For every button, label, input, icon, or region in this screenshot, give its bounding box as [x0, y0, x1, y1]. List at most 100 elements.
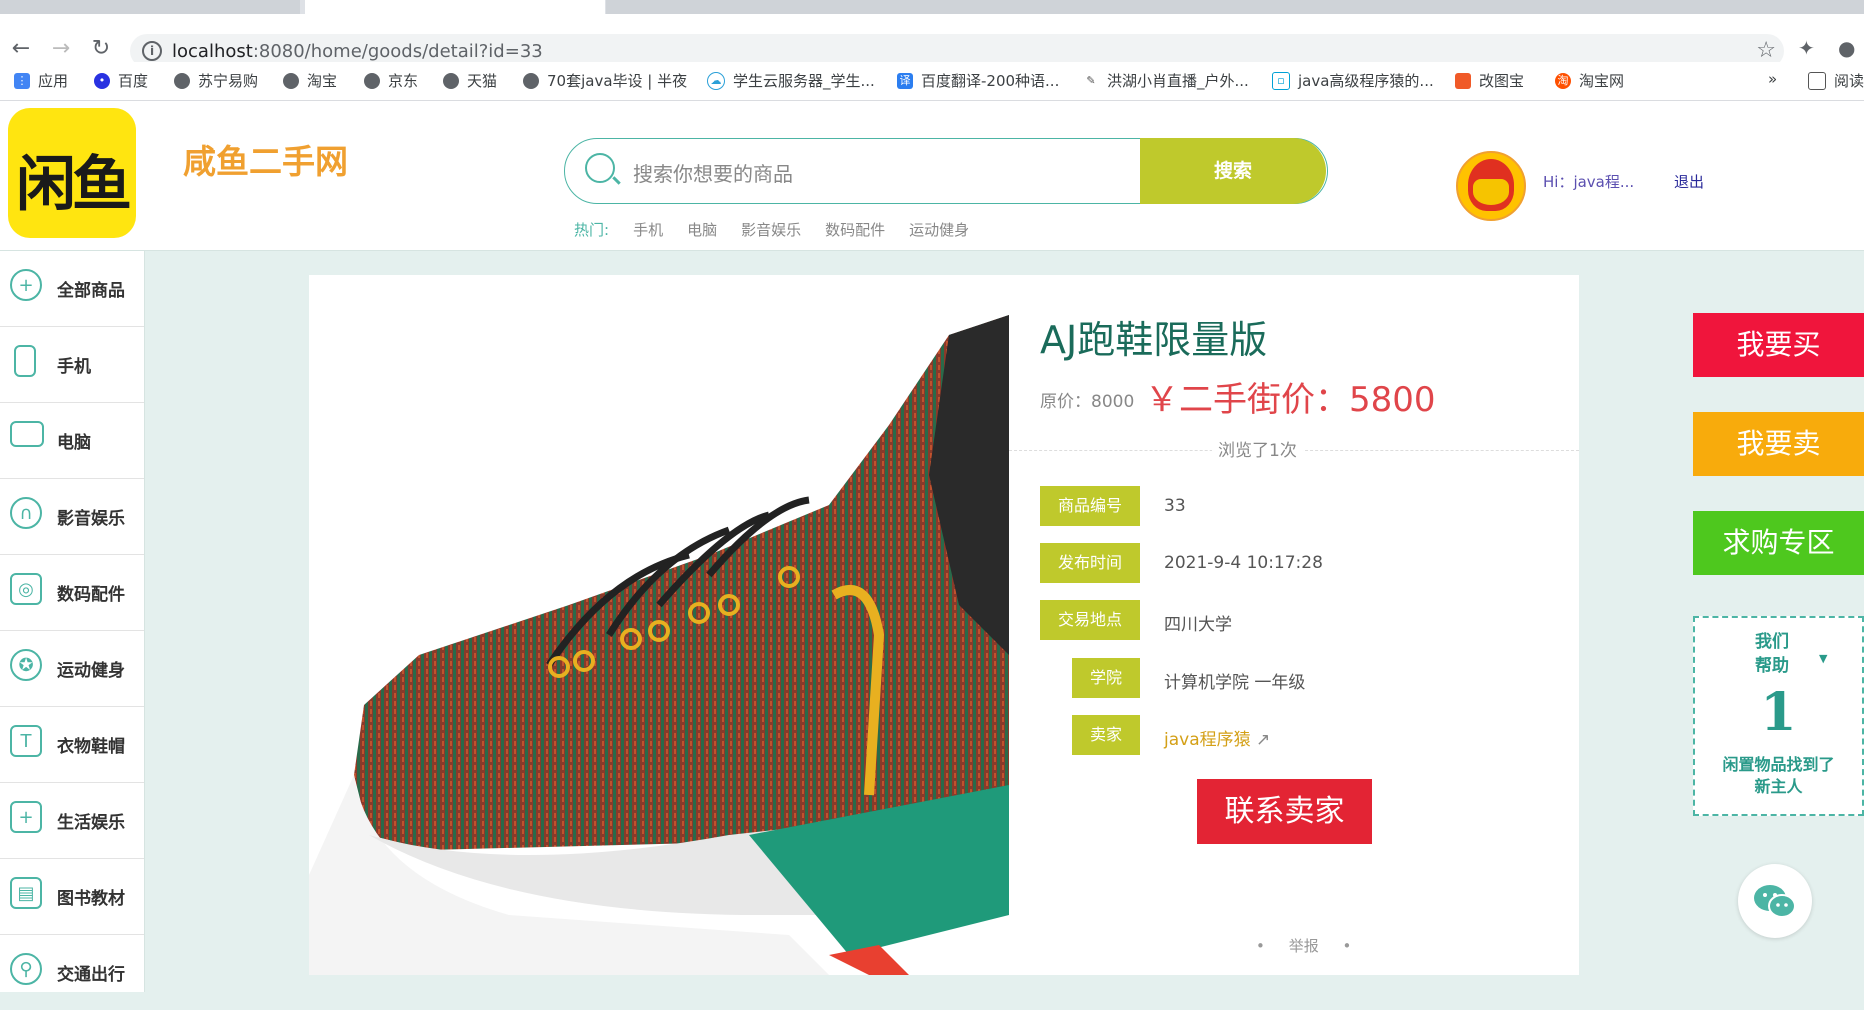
bilibili-icon: ▫: [1272, 71, 1290, 90]
sneaker-image: [309, 315, 1009, 975]
hot-label: 热门:: [574, 221, 610, 239]
logout-link[interactable]: 退出: [1674, 171, 1704, 192]
book-icon: ▤: [10, 877, 42, 909]
bookmark-label: 应用: [38, 72, 69, 90]
report-label: 举报: [1288, 937, 1319, 955]
seller-name: java程序猿: [1164, 730, 1251, 750]
bookmark-honghu-live[interactable]: ✎ 洪湖小肖直播_户外...: [1083, 70, 1249, 91]
bookmark-suning[interactable]: 苏宁易购: [174, 70, 258, 91]
buy-button[interactable]: 我要买: [1693, 313, 1864, 377]
search-icon: [585, 153, 615, 183]
search-button[interactable]: 搜索: [1140, 138, 1326, 204]
helped-caption: 闲置物品找到了 新主人: [1695, 754, 1862, 798]
hot-link-digital[interactable]: 数码配件: [825, 219, 885, 240]
wechat-icon: [1754, 885, 1796, 918]
helped-counter: 我们 帮助 ▼ 1 闲置物品找到了 新主人: [1693, 616, 1864, 816]
bookmark-label: 洪湖小肖直播_户外...: [1107, 72, 1249, 90]
sidebar-item-life[interactable]: + 生活娱乐: [0, 783, 144, 859]
product-image[interactable]: [309, 275, 1009, 975]
user-greeting[interactable]: Hi：java程...: [1543, 171, 1634, 192]
field-tag-seller: 卖家: [1072, 715, 1140, 755]
url-text[interactable]: localhost:8080/home/goods/detail?id=33: [172, 41, 543, 62]
site-info-icon[interactable]: i: [142, 41, 162, 61]
bookmark-taobao[interactable]: 淘宝: [283, 70, 337, 91]
profile-icon[interactable]: ●: [1838, 36, 1855, 60]
url-path: :8080/home/goods/detail?id=33: [252, 41, 543, 62]
hot-link-media[interactable]: 影音娱乐: [741, 219, 801, 240]
product-title: AJ跑鞋限量版: [1040, 318, 1268, 362]
sidebar-item-computer[interactable]: 电脑: [0, 403, 144, 479]
globe-icon: [174, 72, 190, 89]
external-link-icon: ↗: [1256, 730, 1271, 750]
browser-tab-active[interactable]: [305, 0, 605, 14]
helped-line4: 新主人: [1754, 777, 1803, 796]
overflow-chevron-icon: »: [1768, 70, 1778, 88]
reload-icon[interactable]: ↻: [88, 36, 114, 62]
globe-icon: [283, 72, 299, 89]
sidebar-item-books[interactable]: ▤ 图书教材: [0, 859, 144, 935]
bookmark-baidu[interactable]: • 百度: [94, 70, 148, 91]
extensions-puzzle-icon[interactable]: ✦: [1798, 36, 1815, 60]
globe-icon: [443, 72, 459, 89]
bookmark-star-icon[interactable]: ☆: [1756, 38, 1776, 63]
hot-keywords: 热门: 手机 电脑 影音娱乐 数码配件 运动健身: [574, 219, 969, 240]
translate-icon: 译: [897, 72, 913, 89]
sidebar-item-transport[interactable]: ⚲ 交通出行: [0, 935, 144, 1010]
bookmark-taobao-net[interactable]: 淘淘宝网: [1555, 70, 1624, 91]
bookmark-label: 学生云服务器_学生...: [733, 72, 875, 90]
bookmark-label: 苏宁易购: [198, 72, 259, 90]
sidebar-item-clothing[interactable]: T 衣物鞋帽: [0, 707, 144, 783]
sidebar-item-label: 衣物鞋帽: [57, 737, 125, 757]
reading-list-label: 阅读: [1834, 72, 1864, 90]
sidebar-item-all[interactable]: + 全部商品: [0, 251, 144, 327]
camera-icon: ◎: [10, 573, 42, 605]
bookmark-java-senior[interactable]: ▫ java高级程序猿的...: [1272, 70, 1434, 91]
pen-icon: ✎: [1083, 72, 1099, 89]
avatar[interactable]: [1456, 151, 1526, 221]
wanted-zone-button[interactable]: 求购专区: [1693, 511, 1864, 575]
bookmarks-overflow-button[interactable]: »: [1768, 70, 1777, 88]
sidebar-item-label: 图书教材: [57, 889, 125, 909]
browser-tab-inactive[interactable]: [0, 0, 300, 14]
bookmark-jd[interactable]: 京东: [364, 70, 418, 91]
report-link[interactable]: • 举报 •: [1256, 935, 1351, 956]
bookmark-baidu-translate[interactable]: 译百度翻译-200种语...: [897, 70, 1059, 91]
sidebar-item-label: 数码配件: [57, 585, 125, 605]
field-value-college: 计算机学院 一年级: [1164, 673, 1306, 693]
bookmark-apps[interactable]: ⋮ 应用: [14, 70, 68, 91]
browser-tab-inactive[interactable]: [606, 0, 1864, 14]
product-card: AJ跑鞋限量版 原价：8000 ￥二手街价：5800 浏览了1次 商品编号 33…: [309, 275, 1579, 975]
forward-arrow-icon[interactable]: →: [48, 36, 74, 62]
sidebar-item-media[interactable]: ∩ 影音娱乐: [0, 479, 144, 555]
back-arrow-icon[interactable]: ←: [8, 36, 34, 62]
bookmark-gaitubao[interactable]: 改图宝: [1455, 70, 1524, 91]
bookmark-label: 百度: [118, 72, 149, 90]
seller-link[interactable]: java程序猿 ↗: [1164, 725, 1270, 750]
field-tag-id: 商品编号: [1040, 486, 1140, 526]
category-sidebar: + 全部商品 手机 电脑 ∩ 影音娱乐 ◎ 数码配件 ✪ 运动健身 T 衣物鞋帽 + 生活娱…: [0, 251, 145, 992]
hot-link-phone[interactable]: 手机: [633, 219, 663, 240]
site-logo[interactable]: 闲鱼: [8, 108, 136, 238]
sidebar-item-phone[interactable]: 手机: [0, 327, 144, 403]
baidu-paw-icon: •: [94, 72, 110, 89]
wechat-chat-button[interactable]: [1738, 864, 1812, 938]
sell-button[interactable]: 我要卖: [1693, 412, 1864, 476]
field-value-location: 四川大学: [1164, 615, 1232, 635]
reading-list-button[interactable]: 阅读: [1808, 70, 1864, 91]
bookmark-java-projects[interactable]: 70套java毕设 | 半夜: [523, 70, 687, 91]
sidebar-item-digital[interactable]: ◎ 数码配件: [0, 555, 144, 631]
second-hand-price: ￥二手街价：5800: [1145, 380, 1436, 420]
bookmark-tmall[interactable]: 天猫: [443, 70, 497, 91]
sidebar-item-label: 影音娱乐: [57, 509, 125, 529]
logo-text: 闲鱼: [16, 150, 132, 220]
sidebar-item-sports[interactable]: ✪ 运动健身: [0, 631, 144, 707]
hot-link-sports[interactable]: 运动健身: [909, 219, 969, 240]
headphones-icon: ∩: [10, 497, 42, 529]
field-tag-location: 交易地点: [1040, 600, 1140, 640]
hot-link-computer[interactable]: 电脑: [687, 219, 717, 240]
bookmark-student-cloud[interactable]: ☁ 学生云服务器_学生...: [707, 70, 875, 91]
contact-seller-button[interactable]: 联系卖家: [1197, 779, 1372, 844]
site-header: 闲鱼 咸鱼二手网 搜索你想要的商品 搜索 热门: 手机 电脑 影音娱乐 数码配件…: [0, 101, 1864, 251]
bookmark-label: 淘宝: [307, 72, 338, 90]
helped-heading: 我们 帮助: [1755, 630, 1789, 678]
